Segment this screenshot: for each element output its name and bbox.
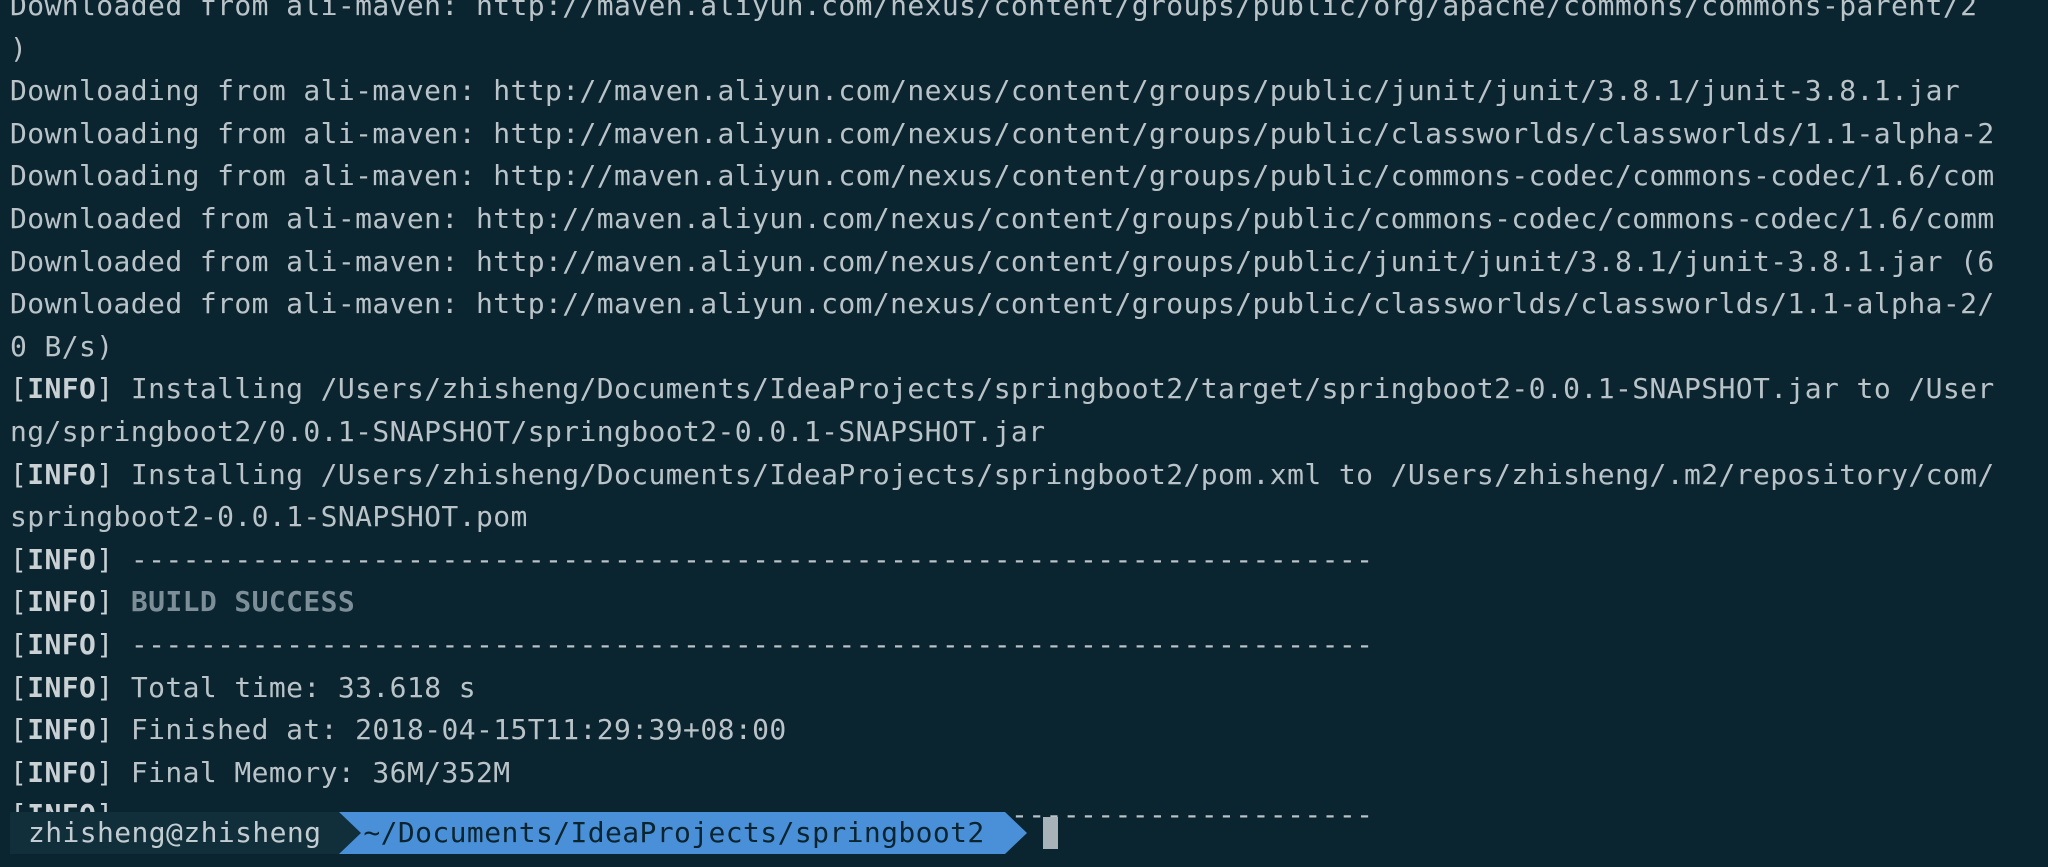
terminal-line-text: Downloading from ali-maven: http://maven… bbox=[10, 159, 1995, 193]
prompt-user-host: zhisheng@zhisheng bbox=[10, 812, 340, 854]
terminal-line-text: ng/springboot2/0.0.1-SNAPSHOT/springboot… bbox=[10, 415, 1046, 448]
prompt-path-text: ~/Documents/IdeaProjects/springboot2 bbox=[363, 816, 985, 849]
info-bracket-open: [ bbox=[10, 457, 28, 491]
info-bracket-close: ] bbox=[96, 585, 114, 619]
terminal-window[interactable]: Downloaded from ali-maven: http://maven.… bbox=[0, 0, 2048, 867]
info-label: INFO bbox=[27, 755, 97, 789]
info-message-text: ----------------------------------------… bbox=[113, 542, 1374, 576]
info-bracket-open: [ bbox=[10, 713, 28, 747]
terminal-line: ) bbox=[10, 28, 27, 70]
terminal-line: Downloaded from ali-maven: http://maven.… bbox=[10, 283, 1995, 325]
terminal-line-text: springboot2-0.0.1-SNAPSHOT.pom bbox=[10, 500, 528, 534]
info-bracket-open: [ bbox=[10, 585, 28, 619]
terminal-info-line: [INFO] ---------------------------------… bbox=[10, 624, 1373, 666]
terminal-line-text: Downloading from ali-maven: http://maven… bbox=[10, 116, 1995, 150]
info-label: INFO bbox=[27, 628, 97, 661]
terminal-line: Downloaded from ali-maven: http://maven.… bbox=[10, 241, 1995, 283]
terminal-info-line: [INFO] Finished at: 2018-04-15T11:29:39+… bbox=[10, 709, 787, 751]
info-message-text: Finished at: 2018-04-15T11:29:39+08:00 bbox=[113, 713, 787, 747]
terminal-line: Downloading from ali-maven: http://maven… bbox=[10, 113, 1995, 155]
powerline-arrow-icon bbox=[1004, 812, 1027, 854]
info-message-text: Total time: 33.618 s bbox=[113, 670, 476, 704]
info-bracket-open: [ bbox=[10, 628, 28, 661]
terminal-line: Downloading from ali-maven: http://maven… bbox=[10, 70, 1960, 112]
info-bracket-close: ] bbox=[96, 755, 114, 789]
info-message-text: ----------------------------------------… bbox=[113, 628, 1374, 661]
info-message-text: Installing /Users/zhisheng/Documents/Ide… bbox=[113, 372, 1995, 406]
info-label: INFO bbox=[27, 585, 97, 619]
info-label: INFO bbox=[27, 670, 97, 704]
terminal-line: 0 B/s) bbox=[10, 326, 114, 368]
terminal-line: Downloaded from ali-maven: http://maven.… bbox=[10, 198, 1995, 240]
terminal-line-text: Downloaded from ali-maven: http://maven.… bbox=[10, 244, 1995, 278]
info-label: INFO bbox=[27, 457, 97, 491]
terminal-line: ng/springboot2/0.0.1-SNAPSHOT/springboot… bbox=[10, 411, 1045, 453]
terminal-line: Downloaded from ali-maven: http://maven.… bbox=[10, 0, 1977, 27]
terminal-line: springboot2-0.0.1-SNAPSHOT.pom bbox=[10, 496, 528, 538]
info-bracket-open: [ bbox=[10, 372, 28, 406]
info-message-text: Final Memory: 36M/352M bbox=[113, 755, 511, 789]
build-status-text: BUILD SUCCESS bbox=[113, 585, 356, 619]
info-bracket-open: [ bbox=[10, 755, 28, 789]
info-bracket-close: ] bbox=[96, 372, 114, 406]
info-label: INFO bbox=[27, 713, 97, 747]
terminal-line-text: Downloaded from ali-maven: http://maven.… bbox=[10, 0, 1978, 22]
terminal-info-line: [INFO] Final Memory: 36M/352M bbox=[10, 752, 510, 794]
prompt-user-host-text: zhisheng@zhisheng bbox=[28, 816, 322, 849]
info-message-text: Installing /Users/zhisheng/Documents/Ide… bbox=[113, 457, 1995, 491]
prompt-path-segment: ~/Documents/IdeaProjects/springboot2 bbox=[339, 812, 1005, 854]
info-bracket-open: [ bbox=[10, 542, 28, 576]
terminal-info-line: [INFO] Total time: 33.618 s bbox=[10, 667, 476, 709]
terminal-line-text: 0 B/s) bbox=[10, 329, 114, 363]
terminal-cursor[interactable] bbox=[1042, 817, 1058, 849]
info-label: INFO bbox=[27, 542, 97, 576]
shell-prompt: zhisheng@zhisheng ~/Documents/IdeaProjec… bbox=[10, 812, 1058, 854]
powerline-separator-icon bbox=[339, 812, 362, 854]
info-bracket-close: ] bbox=[96, 457, 114, 491]
info-bracket-close: ] bbox=[96, 713, 114, 747]
terminal-info-line: [INFO] Installing /Users/zhisheng/Docume… bbox=[10, 454, 1995, 496]
terminal-info-line: [INFO] Installing /Users/zhisheng/Docume… bbox=[10, 368, 1995, 410]
terminal-line-text: Downloading from ali-maven: http://maven… bbox=[10, 74, 1961, 108]
terminal-line-text: ) bbox=[10, 31, 28, 65]
terminal-info-line: [INFO] BUILD SUCCESS bbox=[10, 581, 355, 623]
terminal-info-line: [INFO] ---------------------------------… bbox=[10, 539, 1373, 581]
terminal-line-text: Downloaded from ali-maven: http://maven.… bbox=[10, 202, 1995, 235]
terminal-line-text: Downloaded from ali-maven: http://maven.… bbox=[10, 287, 1995, 321]
info-bracket-close: ] bbox=[96, 542, 114, 576]
info-bracket-close: ] bbox=[96, 670, 114, 704]
info-bracket-open: [ bbox=[10, 670, 28, 704]
info-label: INFO bbox=[27, 372, 97, 406]
info-bracket-close: ] bbox=[96, 628, 114, 661]
terminal-line: Downloading from ali-maven: http://maven… bbox=[10, 155, 1995, 197]
